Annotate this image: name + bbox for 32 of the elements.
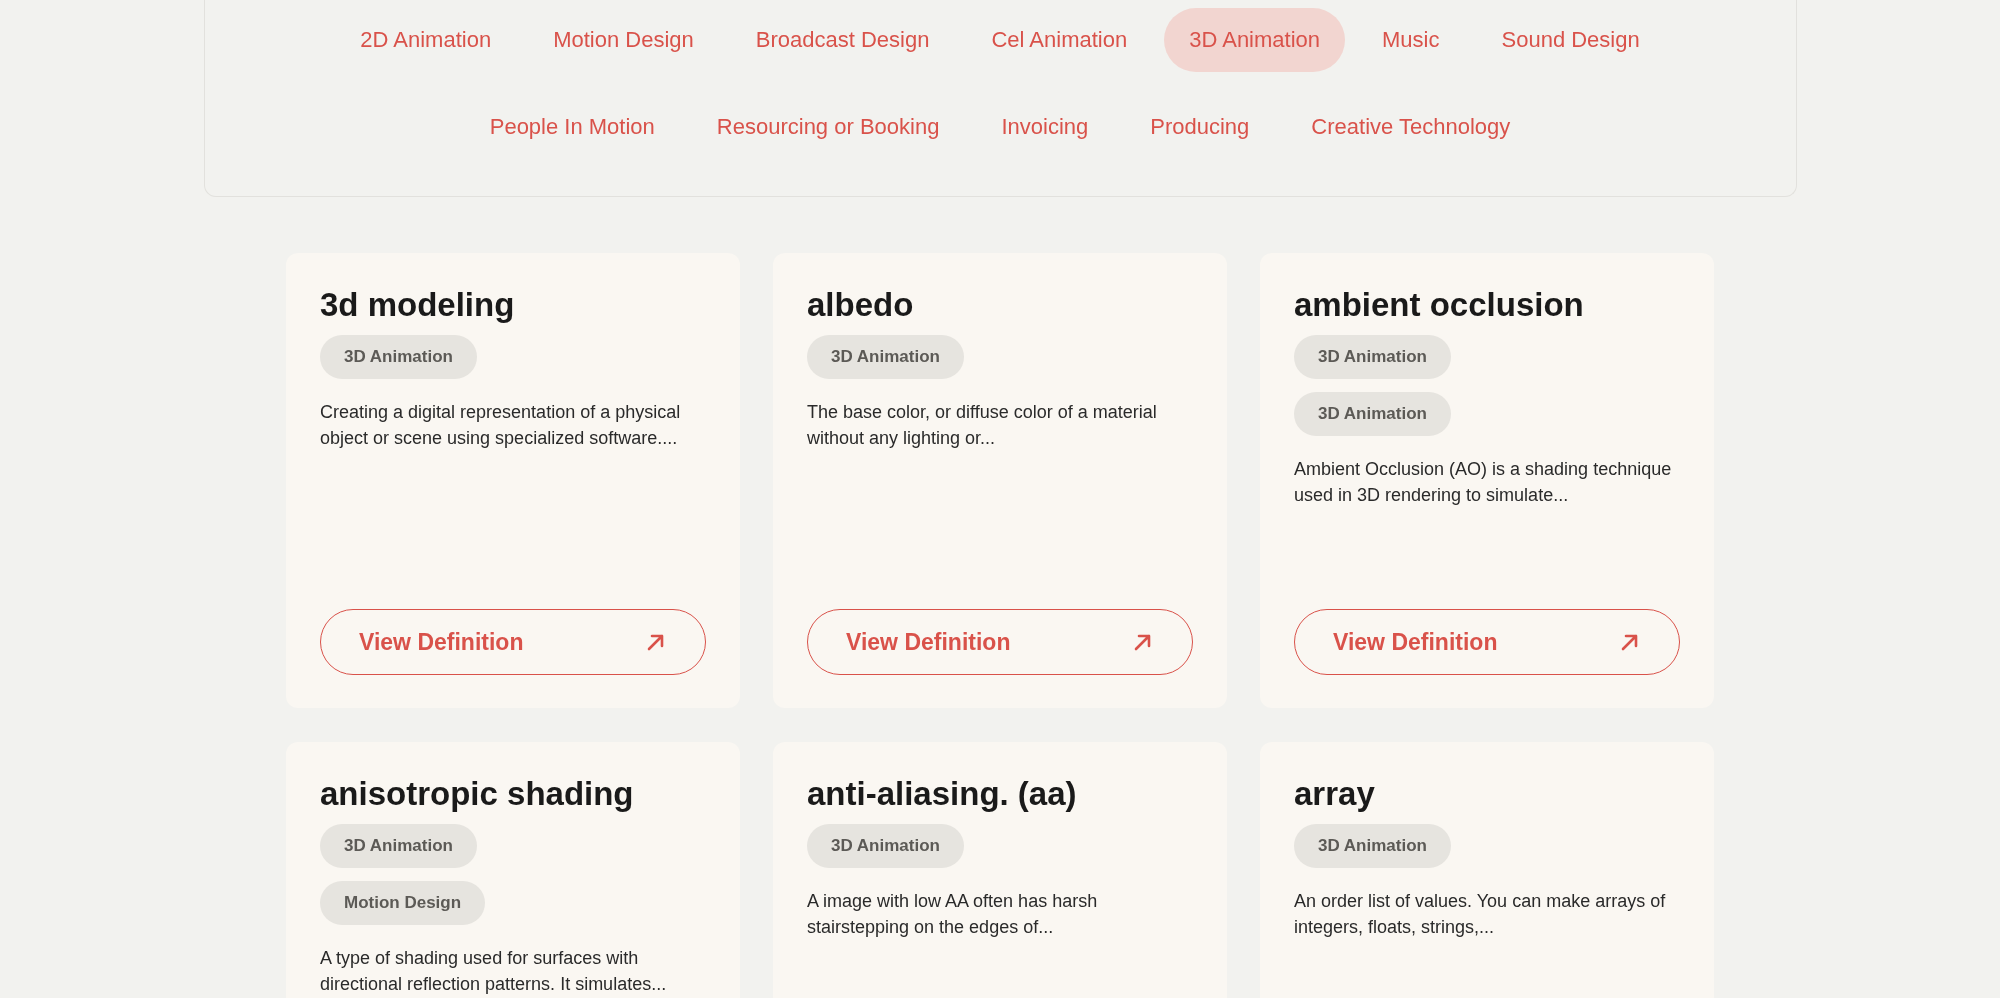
category-tab[interactable]: Resourcing or Booking [691,95,965,159]
category-tab[interactable]: Sound Design [1476,8,1665,72]
category-tab[interactable]: Motion Design [528,8,719,72]
term-description: Ambient Occlusion (AO) is a shading technique used in 3D rendering to simulate... [1294,458,1673,507]
category-tab[interactable]: Creative Technology [1286,95,1536,159]
category-tab[interactable]: 2D Animation [335,8,517,72]
category-tag: 3D Animation [1294,392,1451,436]
term-description: Creating a digital representation of a physical object or scene using specialized software.... [320,401,682,450]
category-tag: 3D Animation [320,824,477,868]
term-title: 3d modeling [320,285,516,325]
term-title: anisotropic shading [320,774,635,814]
category-tag: 3D Animation [1294,824,1451,868]
term-description: The base color, or diffuse color of a material without any lighting or... [807,401,1158,450]
category-tab[interactable]: Broadcast Design [730,8,955,72]
term-title: ambient occlusion [1294,285,1585,325]
term-description: A type of shading used for surfaces with directional reflection patterns. It simulates... [320,947,668,996]
term-title: array [1294,774,1376,814]
category-tab[interactable]: Invoicing [976,95,1114,159]
term-description: A image with low AA often has harsh stairstepping on the edges of... [807,890,1099,939]
category-tag: 3D Animation [320,335,477,379]
category-tab[interactable]: Producing [1125,95,1275,159]
category-tab[interactable]: 3D Animation [1164,8,1346,72]
category-tag: 3D Animation [1294,335,1451,379]
category-tag: 3D Animation [807,335,964,379]
term-description: An order list of values. You can make arrays of integers, floats, strings,... [1294,890,1667,939]
category-tab[interactable]: Music [1357,8,1465,72]
term-title: albedo [807,285,915,325]
category-tag: 3D Animation [807,824,964,868]
category-tab[interactable]: Cel Animation [966,8,1153,72]
term-title: anti-aliasing. (aa) [807,774,1078,814]
category-tag: Motion Design [320,881,486,925]
category-tab[interactable]: People In Motion [464,95,680,159]
